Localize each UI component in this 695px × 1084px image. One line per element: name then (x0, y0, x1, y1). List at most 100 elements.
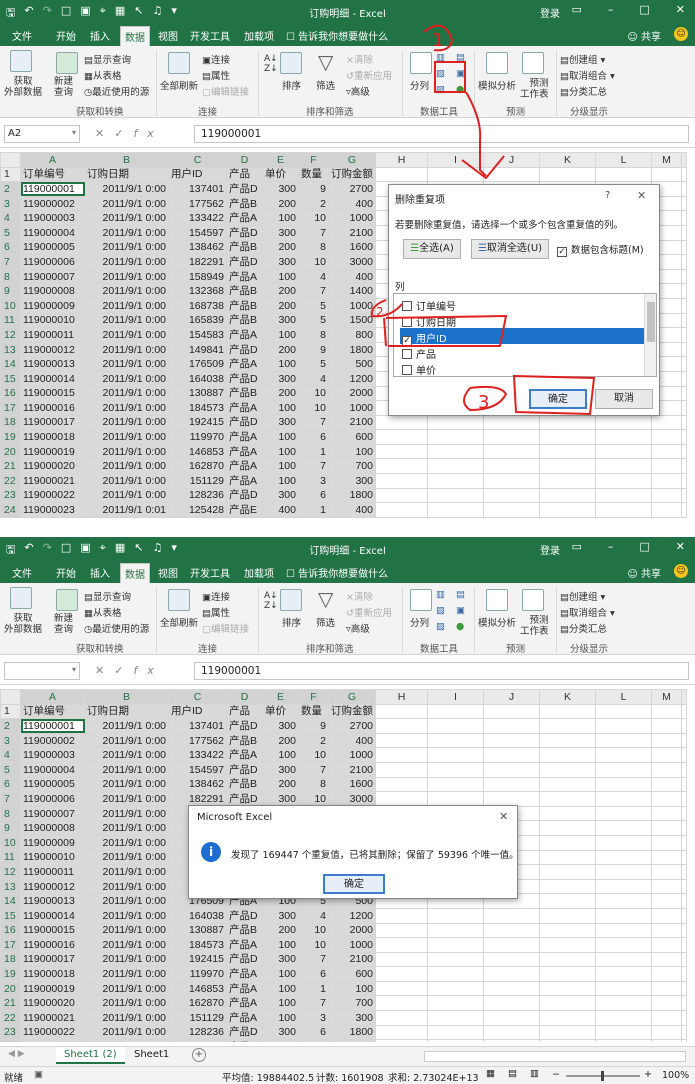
data-cell[interactable]: 300 (262, 1024, 299, 1041)
what-if-button[interactable]: 模拟分析 (478, 78, 516, 92)
data-cell[interactable]: 2000 (328, 922, 376, 939)
enter-icon[interactable]: ✓ (114, 127, 133, 140)
data-cell[interactable]: 2011/9/1 0:00 (84, 283, 169, 299)
row-header[interactable]: 19 (0, 429, 21, 445)
data-cell[interactable]: 产品A (226, 458, 263, 475)
row-header[interactable]: 21 (0, 458, 21, 475)
empty-cell[interactable] (375, 937, 428, 953)
empty-cell[interactable] (595, 732, 652, 749)
row-header[interactable]: 17 (0, 400, 21, 416)
row-header[interactable]: 12 (0, 864, 21, 880)
tab-developer[interactable]: 开发工具 (190, 28, 230, 43)
data-cell[interactable]: 119000005 (20, 239, 85, 256)
empty-cell[interactable] (681, 761, 687, 778)
empty-cell[interactable] (651, 458, 682, 475)
empty-cell[interactable] (651, 864, 682, 880)
data-cell[interactable]: 1000 (328, 400, 376, 416)
data-cell[interactable]: 2011/9/1 0:00 (84, 429, 169, 445)
empty-cell[interactable] (539, 1024, 596, 1041)
data-cell[interactable]: 119000006 (20, 254, 85, 270)
data-cell[interactable]: 8 (298, 239, 329, 256)
empty-cell[interactable] (427, 443, 484, 460)
sort-button[interactable]: 排序 (282, 78, 301, 92)
header-cell[interactable]: 数量 (298, 166, 329, 183)
empty-cell[interactable] (595, 776, 652, 793)
empty-cell[interactable] (681, 283, 687, 299)
data-cell[interactable]: 2011/9/1 0:00 (84, 718, 169, 734)
data-cell[interactable]: 138462 (168, 776, 227, 793)
empty-cell[interactable] (427, 473, 484, 489)
empty-cell[interactable] (651, 834, 682, 851)
data-cell[interactable]: 产品A (226, 429, 263, 445)
relationships-icon[interactable]: ▣ (456, 605, 465, 616)
data-cell[interactable]: 200 (262, 195, 299, 212)
data-cell[interactable]: 168738 (168, 297, 227, 314)
data-cell[interactable]: 192415 (168, 951, 227, 968)
empty-cell[interactable] (427, 429, 484, 445)
tab-file[interactable]: 文件 (12, 28, 32, 43)
data-cell[interactable]: 119000001 (20, 718, 85, 734)
cancel-button[interactable]: 取消 (595, 389, 653, 409)
data-cell[interactable]: 100 (262, 1010, 299, 1026)
flash-fill-icon[interactable]: ▥ (436, 52, 445, 63)
data-cell[interactable]: 产品D (226, 1024, 263, 1041)
empty-cell[interactable] (375, 1039, 428, 1042)
clear-button[interactable]: ⨯清除 (346, 52, 373, 66)
new-query-button[interactable]: 新建 查询 (54, 76, 73, 98)
empty-cell[interactable] (539, 443, 596, 460)
empty-cell[interactable] (651, 849, 682, 866)
empty-cell[interactable] (681, 414, 687, 431)
data-cell[interactable]: 7 (298, 414, 329, 431)
data-cell[interactable]: 5 (298, 312, 329, 329)
empty-cell[interactable] (595, 458, 652, 475)
empty-cell[interactable] (595, 761, 652, 778)
data-cell[interactable]: 100 (328, 980, 376, 997)
data-cell[interactable]: 119000003 (20, 210, 85, 226)
empty-cell[interactable] (483, 414, 540, 431)
data-cell[interactable]: 产品B (226, 312, 263, 329)
edit-links-button[interactable]: ▢编辑链接 (202, 84, 249, 98)
data-cell[interactable]: 300 (262, 224, 299, 241)
empty-cell[interactable] (651, 995, 682, 1012)
advanced-filter-button[interactable]: ▿高级 (346, 84, 370, 98)
empty-cell[interactable] (681, 849, 687, 866)
zoom-out-icon[interactable]: − (552, 1069, 560, 1080)
empty-cell[interactable] (375, 747, 428, 763)
empty-cell[interactable] (651, 820, 682, 836)
data-cell[interactable]: 119000004 (20, 761, 85, 778)
column-header[interactable]: I (427, 152, 484, 168)
data-cell[interactable]: 2011/9/1 0:01 (84, 502, 169, 518)
data-cell[interactable]: 119000009 (20, 834, 85, 851)
manage-data-model-icon[interactable]: ● (456, 621, 464, 632)
row-header[interactable]: 3 (0, 195, 21, 212)
empty-cell[interactable] (651, 429, 682, 445)
forecast-sheet-button[interactable]: 预测 工作表 (520, 78, 549, 100)
minimize-icon[interactable]: – (608, 540, 614, 553)
column-header[interactable]: B (84, 689, 169, 705)
empty-cell[interactable] (427, 761, 484, 778)
data-cell[interactable]: 177562 (168, 732, 227, 749)
header-cell[interactable]: 订购日期 (84, 166, 169, 183)
empty-cell[interactable] (539, 732, 596, 749)
data-cell[interactable]: 200 (262, 776, 299, 793)
empty-cell[interactable] (595, 937, 652, 953)
data-cell[interactable]: 119000007 (20, 268, 85, 285)
data-cell[interactable]: 128236 (168, 1024, 227, 1041)
empty-cell[interactable] (483, 776, 540, 793)
tab-developer[interactable]: 开发工具 (190, 565, 230, 580)
empty-cell[interactable] (651, 937, 682, 953)
empty-cell[interactable] (539, 791, 596, 807)
data-cell[interactable]: 产品B (226, 195, 263, 212)
data-cell[interactable]: 119000021 (20, 473, 85, 489)
ok-button[interactable]: 确定 (323, 874, 385, 894)
formula-input[interactable]: 119000001 (194, 125, 689, 143)
data-cell[interactable]: 177562 (168, 195, 227, 212)
data-cell[interactable]: 119000007 (20, 805, 85, 822)
share-button[interactable]: ☺ 共享 (627, 565, 661, 580)
column-header[interactable]: J (483, 689, 540, 705)
data-cell[interactable]: 119000023 (20, 1039, 85, 1042)
data-cell[interactable]: 119000017 (20, 951, 85, 968)
row-header[interactable]: 18 (0, 414, 21, 431)
data-cell[interactable]: 2 (298, 195, 329, 212)
empty-cell[interactable] (651, 487, 682, 504)
